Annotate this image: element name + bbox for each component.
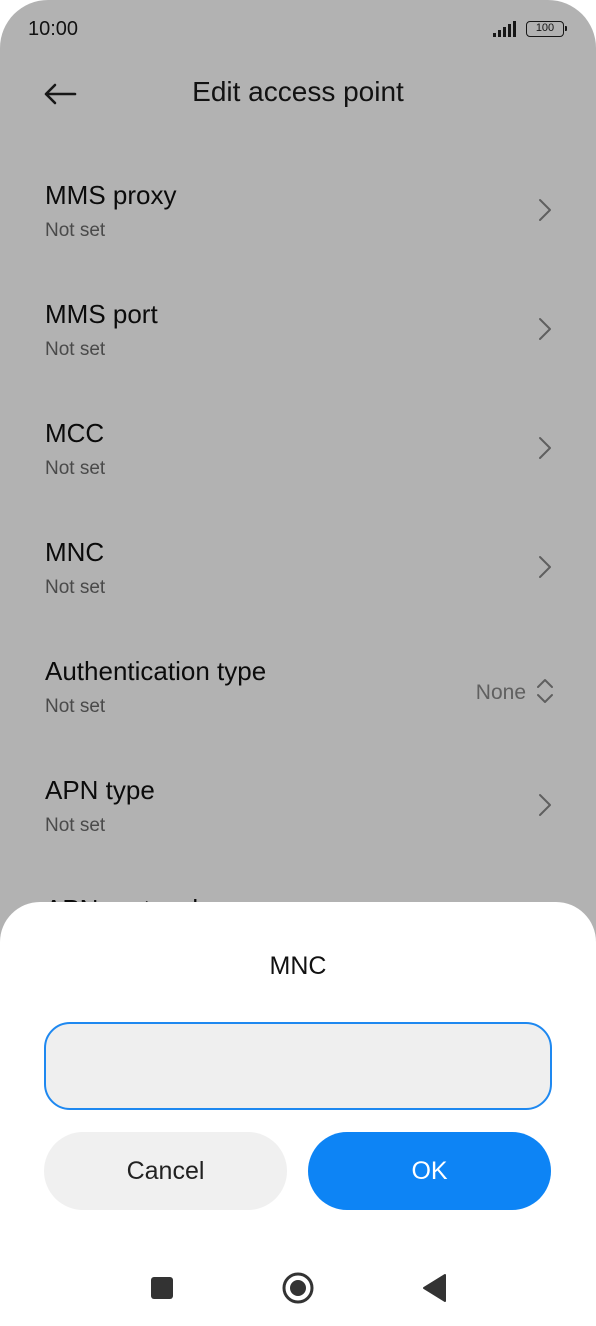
navigation-bar <box>0 1250 596 1326</box>
phone-frame: 10:00 100 Edit access point MMS proxy No <box>0 0 596 1326</box>
square-icon <box>151 1277 173 1299</box>
nav-recents-button[interactable] <box>142 1268 182 1308</box>
mnc-input[interactable] <box>44 1022 552 1110</box>
nav-home-button[interactable] <box>278 1268 318 1308</box>
cancel-button[interactable]: Cancel <box>44 1132 287 1210</box>
screen: 10:00 100 Edit access point MMS proxy No <box>0 0 596 1326</box>
ok-button[interactable]: OK <box>308 1132 551 1210</box>
triangle-back-icon <box>423 1274 446 1302</box>
circle-icon <box>282 1272 314 1304</box>
nav-back-button[interactable] <box>414 1268 454 1308</box>
dialog-title: MNC <box>269 952 327 980</box>
